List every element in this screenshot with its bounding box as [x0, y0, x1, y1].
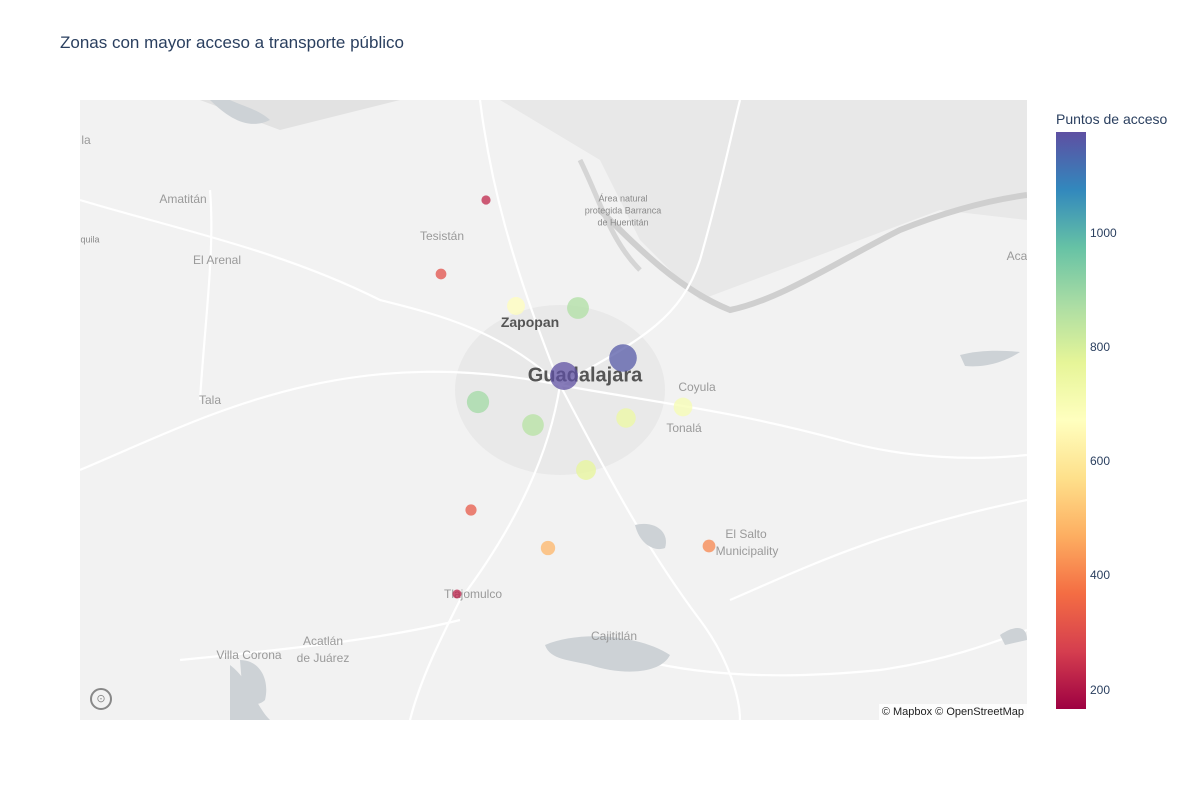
- access-point-marker[interactable]: [465, 504, 477, 516]
- access-point-marker[interactable]: [702, 539, 716, 553]
- access-point-marker[interactable]: [452, 589, 462, 599]
- colorbar-tick: 400: [1090, 568, 1111, 582]
- colorbar-title: Puntos de acceso: [1056, 111, 1168, 127]
- map-view[interactable]: Amatitán Tesistán El Arenal Zapopan Guad…: [80, 100, 1027, 720]
- access-point-marker[interactable]: [481, 195, 491, 205]
- access-point-marker[interactable]: [609, 344, 637, 372]
- mapbox-logo-icon[interactable]: ⊙: [90, 688, 112, 710]
- access-point-marker[interactable]: [522, 414, 544, 436]
- access-point-marker[interactable]: [540, 540, 556, 556]
- colorbar-tick: 200: [1090, 683, 1111, 697]
- colorbar-tick: 600: [1090, 454, 1111, 468]
- colorbar-tick: 1000: [1090, 226, 1117, 240]
- access-point-marker[interactable]: [466, 390, 490, 414]
- access-point-marker[interactable]: [576, 460, 596, 480]
- access-point-marker[interactable]: [673, 397, 693, 417]
- marker-layer: [435, 195, 716, 599]
- access-point-marker[interactable]: [616, 408, 636, 428]
- access-point-marker[interactable]: [550, 362, 578, 390]
- chart-title: Zonas con mayor acceso a transporte públ…: [60, 33, 404, 52]
- access-point-marker[interactable]: [567, 297, 589, 319]
- colorbar-tick: 800: [1090, 340, 1111, 354]
- access-point-marker[interactable]: [435, 268, 447, 280]
- map-attribution[interactable]: © Mapbox © OpenStreetMap: [878, 704, 1027, 720]
- access-point-marker[interactable]: [507, 297, 525, 315]
- colorbar: [1056, 132, 1086, 709]
